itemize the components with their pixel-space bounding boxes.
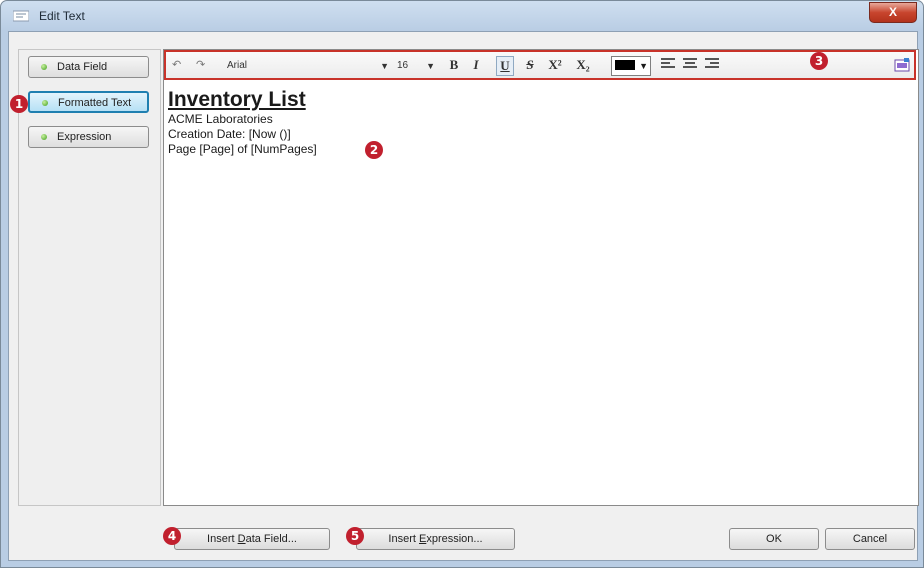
green-dot-icon — [42, 100, 48, 106]
callout-badge-3: 3 — [810, 52, 828, 70]
align-left-icon[interactable] — [661, 58, 675, 70]
font-size-value: 16 — [397, 60, 409, 71]
subscript-button[interactable]: X₂ — [572, 56, 594, 74]
redo-icon[interactable]: ↷ — [196, 57, 205, 73]
dialog-client-area: Data Field Formatted Text Expression ↶ ↷… — [8, 31, 919, 561]
rich-text-editor[interactable]: ↶ ↷ Arial ▼ 16 ▼ B I U S X² X₂ ▼ Invento… — [163, 49, 919, 506]
mode-button-label: Expression — [57, 131, 112, 143]
button-label: Insert — [388, 533, 419, 545]
insert-data-field-button[interactable]: Insert Data Field... — [174, 528, 330, 550]
text-editor-icon — [13, 10, 29, 22]
text-color-picker[interactable]: ▼ — [611, 56, 651, 76]
window-title: Edit Text — [39, 9, 85, 23]
green-dot-icon — [41, 64, 47, 70]
document-content[interactable]: Inventory List ACME Laboratories Creatio… — [168, 88, 317, 157]
title-bar[interactable]: Edit Text X — [1, 1, 923, 31]
chevron-down-icon: ▼ — [639, 61, 648, 71]
font-name-combo[interactable]: Arial ▼ — [226, 56, 392, 76]
ok-button[interactable]: OK — [729, 528, 819, 550]
close-button[interactable]: X — [869, 2, 917, 23]
italic-button[interactable]: I — [468, 56, 484, 74]
document-line: Creation Date: [Now ()] — [168, 127, 291, 141]
strikethrough-button[interactable]: S — [522, 56, 538, 74]
document-line: ACME Laboratories — [168, 112, 273, 126]
formatting-toolbar: ↶ ↷ Arial ▼ 16 ▼ B I U S X² X₂ ▼ — [164, 50, 916, 80]
align-center-icon[interactable] — [683, 58, 697, 70]
insert-expression-button[interactable]: Insert Expression... — [356, 528, 515, 550]
insert-field-icon[interactable] — [894, 58, 910, 72]
mode-button-label: Data Field — [57, 61, 108, 73]
callout-badge-1: 1 — [10, 95, 28, 113]
button-label: Insert — [207, 533, 238, 545]
font-name-value: Arial — [227, 60, 248, 71]
chevron-down-icon: ▼ — [380, 61, 389, 71]
expression-mode-button[interactable]: Expression — [28, 126, 149, 148]
accelerator-key: D — [237, 533, 246, 545]
bold-button[interactable]: B — [446, 56, 462, 74]
underline-button[interactable]: U — [496, 56, 514, 76]
color-swatch — [615, 60, 635, 70]
callout-badge-4: 4 — [163, 527, 181, 545]
callout-badge-5: 5 — [346, 527, 364, 545]
mode-button-label: Formatted Text — [58, 97, 132, 109]
cancel-button[interactable]: Cancel — [825, 528, 915, 550]
superscript-button[interactable]: X² — [544, 56, 566, 74]
chevron-down-icon: ▼ — [426, 61, 435, 71]
font-size-combo[interactable]: 16 ▼ — [396, 56, 438, 76]
align-right-icon[interactable] — [705, 58, 719, 70]
callout-badge-2: 2 — [365, 141, 383, 159]
edit-text-window: Edit Text X Data Field Formatted Text Ex… — [0, 0, 924, 568]
button-label: xpression... — [426, 533, 483, 545]
document-heading: Inventory List — [168, 88, 306, 111]
button-label: ata Field... — [245, 533, 297, 545]
mode-panel — [18, 49, 161, 506]
formatted-text-mode-button[interactable]: Formatted Text — [28, 91, 149, 113]
undo-icon[interactable]: ↶ — [172, 57, 181, 73]
data-field-mode-button[interactable]: Data Field — [28, 56, 149, 78]
green-dot-icon — [41, 134, 47, 140]
document-line: Page [Page] of [NumPages] — [168, 142, 317, 156]
